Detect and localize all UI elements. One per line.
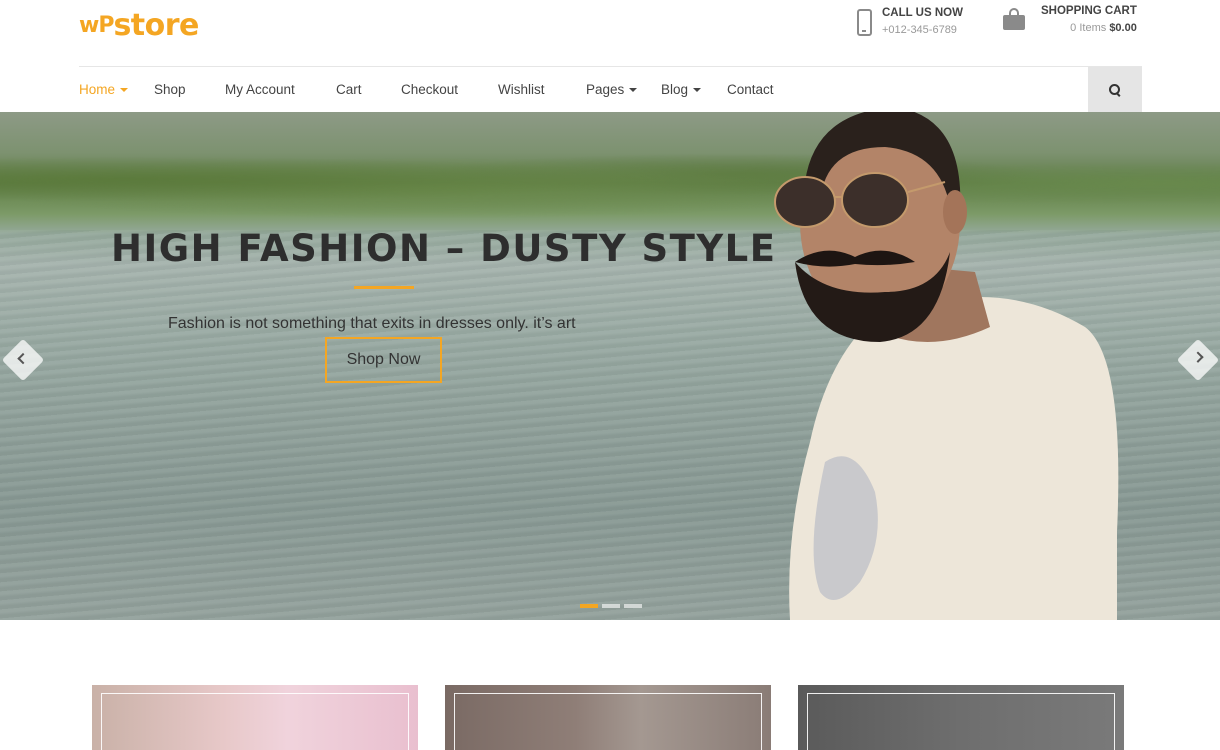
nav-item-home[interactable]: Home bbox=[79, 82, 129, 97]
cart-summary: 0 Items $0.00 bbox=[1041, 22, 1137, 34]
nav-label: Contact bbox=[727, 82, 774, 97]
contact-info: CALL US NOW +012-345-6789 bbox=[857, 7, 963, 36]
cart-items-count: 0 Items bbox=[1070, 22, 1107, 34]
hero-slider: HIGH FASHION – DUSTY STYLE Fashion is no… bbox=[0, 112, 1220, 620]
hero-model-image bbox=[774, 112, 1119, 620]
category-card-3[interactable] bbox=[798, 685, 1124, 750]
card-frame bbox=[454, 693, 762, 750]
nav-label: Wishlist bbox=[498, 82, 545, 97]
nav-item-my-account[interactable]: My Account bbox=[225, 82, 295, 97]
chevron-left-icon bbox=[17, 352, 29, 365]
shopping-bag-icon bbox=[1003, 8, 1025, 30]
search-button[interactable] bbox=[1088, 67, 1142, 113]
slider-pagination bbox=[580, 604, 642, 608]
call-us-label: CALL US NOW bbox=[882, 7, 963, 19]
logo-store-text: store bbox=[113, 8, 199, 43]
category-card-2[interactable] bbox=[445, 685, 771, 750]
slider-dot-3[interactable] bbox=[624, 604, 642, 608]
logo-wp-text: wP bbox=[79, 13, 114, 38]
hero-divider bbox=[354, 286, 414, 289]
hero-subtitle: Fashion is not something that exits in d… bbox=[168, 315, 576, 332]
nav-label: Pages bbox=[586, 82, 625, 97]
nav-item-shop[interactable]: Shop bbox=[154, 82, 186, 97]
nav-item-pages[interactable]: Pages bbox=[586, 82, 638, 97]
slider-dot-2[interactable] bbox=[602, 604, 620, 608]
hero-title: HIGH FASHION – DUSTY STYLE bbox=[111, 227, 777, 270]
shopping-cart-label: SHOPPING CART bbox=[1041, 5, 1137, 17]
category-card-1[interactable] bbox=[92, 685, 418, 750]
nav-label: Home bbox=[79, 82, 116, 97]
slider-dot-1[interactable] bbox=[580, 604, 598, 608]
cart-total: $0.00 bbox=[1109, 22, 1137, 34]
card-frame bbox=[101, 693, 409, 750]
nav-item-contact[interactable]: Contact bbox=[727, 82, 774, 97]
phone-icon bbox=[857, 9, 872, 36]
caret-down-icon bbox=[693, 88, 702, 92]
nav-item-cart[interactable]: Cart bbox=[336, 82, 362, 97]
phone-number: +012-345-6789 bbox=[882, 24, 957, 36]
nav-label: Cart bbox=[336, 82, 362, 97]
nav-item-blog[interactable]: Blog bbox=[661, 82, 702, 97]
site-logo[interactable]: wP store bbox=[79, 3, 199, 43]
caret-down-icon bbox=[120, 88, 129, 92]
nav-label: Shop bbox=[154, 82, 186, 97]
shop-now-button[interactable]: Shop Now bbox=[325, 337, 442, 383]
shopping-cart[interactable]: SHOPPING CART 0 Items $0.00 bbox=[1003, 5, 1137, 34]
main-nav: Home Shop My Account Cart Checkout Wishl… bbox=[79, 66, 1142, 113]
card-frame bbox=[807, 693, 1115, 750]
nav-label: My Account bbox=[225, 82, 295, 97]
search-icon bbox=[1109, 84, 1121, 96]
nav-item-checkout[interactable]: Checkout bbox=[401, 82, 458, 97]
nav-label: Checkout bbox=[401, 82, 459, 97]
caret-down-icon bbox=[629, 88, 638, 92]
nav-item-wishlist[interactable]: Wishlist bbox=[498, 82, 545, 97]
nav-label: Blog bbox=[661, 82, 689, 97]
chevron-right-icon bbox=[1192, 351, 1204, 363]
